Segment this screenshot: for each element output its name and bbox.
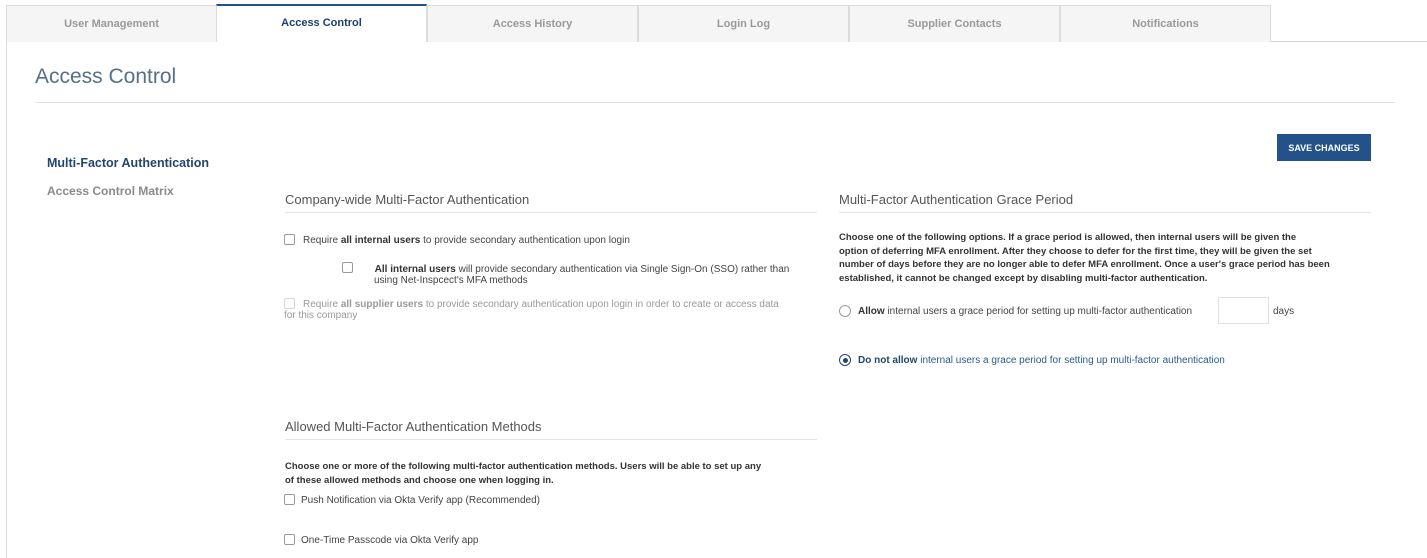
tab-access-history[interactable]: Access History [427, 5, 638, 42]
days-label: days [1273, 306, 1295, 317]
require-internal-users-label: Require all internal users to provide se… [303, 235, 630, 246]
title-divider [35, 102, 1395, 103]
sidebar-item-access-control-matrix[interactable]: Access Control Matrix [47, 184, 209, 198]
tab-bar: User Management Access Control Access Hi… [6, 4, 1427, 42]
disallow-grace-period-label: Do not allow internal users a grace peri… [858, 355, 1225, 366]
require-supplier-users-label: Require all supplier users to provide se… [284, 299, 779, 321]
disallow-grace-period-radio[interactable] [839, 354, 851, 366]
push-notification-checkbox[interactable] [284, 494, 295, 505]
sidebar-item-multi-factor-authentication[interactable]: Multi-Factor Authentication [47, 156, 209, 170]
internal-users-sso-label: All internal users will provide secondar… [374, 264, 790, 286]
tab-supplier-contacts[interactable]: Supplier Contacts [849, 5, 1060, 42]
one-time-passcode-checkbox[interactable] [284, 534, 295, 545]
allow-grace-period-radio[interactable] [839, 305, 851, 317]
allow-grace-period-label: Allow internal users a grace period for … [858, 306, 1193, 317]
tab-user-management[interactable]: User Management [6, 5, 217, 42]
mfa-methods-description: Choose one or more of the following mult… [285, 461, 762, 486]
save-button[interactable]: SAVE CHANGES [1277, 134, 1371, 161]
grace-days-input[interactable] [1218, 297, 1269, 324]
require-internal-users-checkbox[interactable] [284, 234, 295, 245]
tab-notifications[interactable]: Notifications [1060, 5, 1271, 42]
company-mfa-divider [285, 212, 817, 213]
grace-period-title: Multi-Factor Authentication Grace Period [839, 192, 1074, 207]
page-title: Access Control [35, 65, 177, 88]
tab-login-log[interactable]: Login Log [638, 5, 849, 42]
mfa-methods-divider [285, 439, 817, 440]
grace-period-divider [839, 212, 1371, 213]
tab-access-control[interactable]: Access Control [216, 4, 427, 42]
page-border [6, 42, 7, 558]
sidebar: Multi-Factor Authentication Access Contr… [47, 156, 209, 212]
company-mfa-title: Company-wide Multi-Factor Authentication [285, 192, 530, 207]
mfa-methods-title: Allowed Multi-Factor Authentication Meth… [285, 419, 542, 434]
one-time-passcode-label: One-Time Passcode via Okta Verify app [301, 535, 479, 546]
grace-period-description: Choose one of the following options. If … [839, 232, 1330, 284]
push-notification-label: Push Notification via Okta Verify app (R… [301, 495, 540, 506]
